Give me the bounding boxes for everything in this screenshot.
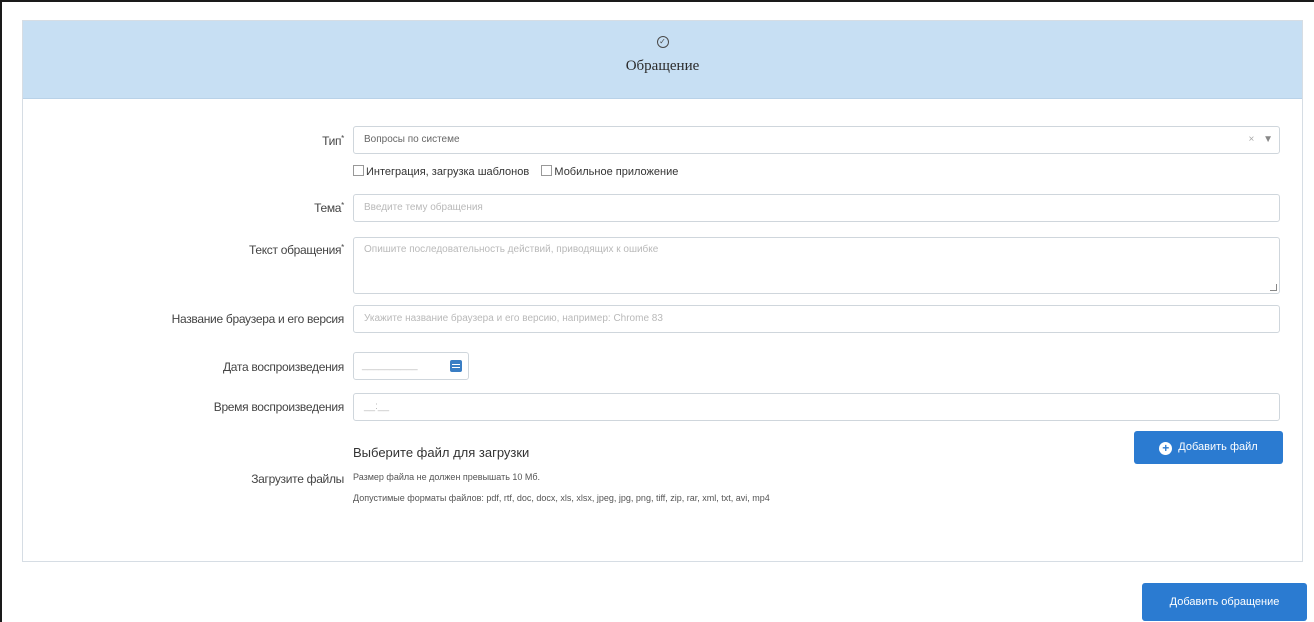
add-file-label: Добавить файл [1178, 441, 1258, 453]
appeal-text-label: Текст обращения* [248, 243, 344, 257]
upload-size-note: Размер файла не должен превышать 10 Мб. [353, 472, 541, 482]
check-circle-icon: ✓ [656, 36, 669, 48]
mobile-app-checkbox-option[interactable]: Мобильное приложение [541, 165, 679, 178]
appeal-text-placeholder: Опишите последовательность действий, при… [364, 244, 659, 255]
checkbox-label: Интеграция, загрузка шаблонов [366, 166, 530, 178]
window-frame-left [0, 0, 2, 622]
appeal-text-textarea[interactable]: Опишите последовательность действий, при… [353, 237, 1280, 294]
calendar-icon[interactable] [450, 360, 462, 372]
repro-time-label: Время воспроизведения [213, 400, 345, 414]
clear-icon[interactable]: × [1248, 134, 1254, 145]
repro-date-input[interactable]: __________ [353, 352, 469, 380]
upload-label: Загрузите файлы [251, 472, 344, 486]
upload-formats-note: Допустимые форматы файлов: pdf, rtf, doc… [353, 493, 770, 503]
type-options: Интеграция, загрузка шаблонов Мобильное … [353, 165, 678, 178]
browser-input[interactable]: Укажите название браузера и его версию, … [353, 305, 1280, 333]
chevron-down-icon[interactable]: ▼ [1263, 134, 1273, 145]
type-select[interactable]: Вопросы по системе × ▼ [353, 126, 1280, 154]
appeal-form-panel: ✓ Обращение Тип* Вопросы по системе × ▼ … [22, 20, 1303, 562]
checkbox-icon[interactable] [353, 165, 364, 176]
type-label: Тип* [322, 134, 344, 148]
repro-time-input[interactable]: __:__ [353, 393, 1280, 421]
resize-handle-icon[interactable] [1270, 284, 1277, 291]
panel-header: ✓ Обращение [23, 21, 1302, 99]
integration-checkbox-option[interactable]: Интеграция, загрузка шаблонов [353, 165, 530, 178]
add-file-button[interactable]: + Добавить файл [1134, 431, 1283, 464]
subject-label: Тема* [314, 201, 344, 215]
type-select-value: Вопросы по системе [364, 134, 460, 145]
window-frame-top [0, 0, 1314, 2]
repro-date-label: Дата воспроизведения [222, 360, 344, 374]
browser-label: Название браузера и его версия [171, 312, 345, 326]
plus-circle-icon: + [1159, 442, 1173, 455]
repro-date-placeholder: __________ [362, 360, 418, 371]
subject-input[interactable]: Введите тему обращения [353, 194, 1280, 222]
add-appeal-button[interactable]: Добавить обращение [1142, 583, 1307, 621]
checkbox-icon[interactable] [541, 165, 553, 176]
checkbox-label: Мобильное приложение [554, 166, 679, 178]
page-title: Обращение [625, 58, 700, 74]
upload-title: Выберите файл для загрузки [353, 445, 530, 460]
